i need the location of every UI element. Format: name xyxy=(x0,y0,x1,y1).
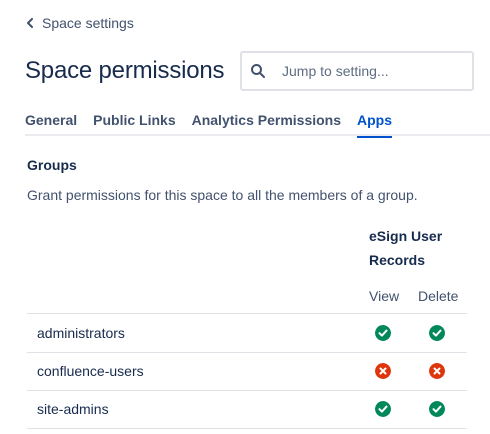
back-link-label: Space settings xyxy=(42,15,134,31)
groups-heading: Groups xyxy=(27,157,77,173)
jump-to-setting-search[interactable] xyxy=(240,51,474,91)
check-circle-icon xyxy=(375,324,391,341)
view-column-header: View xyxy=(369,288,400,304)
permission-cell[interactable] xyxy=(429,324,445,341)
tab-analytics-permissions[interactable]: Analytics Permissions xyxy=(192,112,341,136)
permission-cell[interactable] xyxy=(375,324,391,341)
check-circle-icon xyxy=(429,401,445,418)
back-to-space-settings-link[interactable]: Space settings xyxy=(26,15,134,31)
check-circle-icon xyxy=(429,324,445,341)
group-name: administrators xyxy=(37,324,125,341)
permission-cell[interactable] xyxy=(375,401,391,418)
chevron-left-icon xyxy=(27,18,33,28)
settings-tabs: General Public Links Analytics Permissio… xyxy=(25,112,490,138)
check-circle-icon xyxy=(375,401,391,418)
table-row: site-admins xyxy=(27,390,467,429)
permission-cell[interactable] xyxy=(375,363,391,380)
page-title: Space permissions xyxy=(25,57,225,84)
search-input[interactable] xyxy=(282,63,452,79)
search-icon xyxy=(251,64,265,78)
group-name: confluence-users xyxy=(37,363,144,380)
tab-general[interactable]: General xyxy=(25,112,77,136)
esign-user-records-column-header: eSign User Records xyxy=(369,228,443,268)
permission-cell[interactable] xyxy=(429,363,445,380)
cross-circle-icon xyxy=(375,363,391,380)
tab-public-links[interactable]: Public Links xyxy=(93,112,175,136)
group-permissions-table: administrators confluence-users site-adm… xyxy=(27,313,467,429)
cross-circle-icon xyxy=(429,363,445,380)
permission-cell[interactable] xyxy=(429,401,445,418)
table-row: administrators xyxy=(27,313,467,352)
delete-column-header: Delete xyxy=(418,288,459,304)
group-name: site-admins xyxy=(37,401,109,418)
tab-apps[interactable]: Apps xyxy=(357,112,393,138)
table-row: confluence-users xyxy=(27,351,467,391)
groups-description: Grant permissions for this space to all … xyxy=(27,187,418,203)
